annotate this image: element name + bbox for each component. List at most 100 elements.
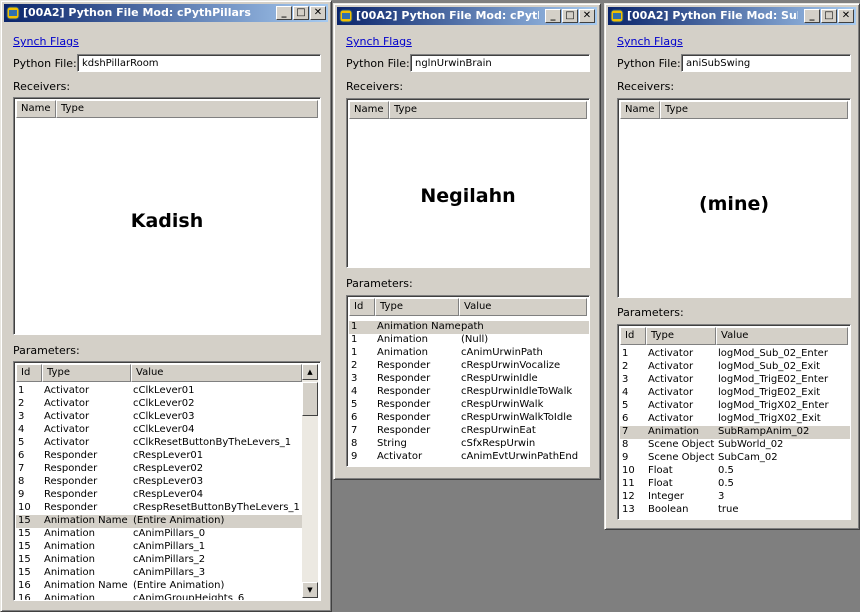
table-row[interactable]: 8 String cSfxRespUrwin: [349, 438, 589, 451]
table-row[interactable]: 3 Activator logMod_TrigE02_Enter: [620, 374, 850, 387]
minimize-button[interactable]: _: [804, 9, 820, 23]
table-row[interactable]: 16 Animation cAnimGroupHeights_6: [16, 593, 304, 601]
table-row[interactable]: 7 Animation SubRampAnim_02: [620, 426, 850, 439]
table-row[interactable]: 9 Activator cAnimEvtUrwinPathEnd: [349, 451, 589, 464]
close-button[interactable]: ✕: [838, 9, 854, 23]
table-row[interactable]: 6 Activator logMod_TrigX02_Exit: [620, 413, 850, 426]
column-header-type[interactable]: Type: [660, 101, 848, 119]
minimize-button[interactable]: _: [545, 9, 561, 23]
table-row[interactable]: 1 Animation cAnimUrwinPath: [349, 347, 589, 360]
column-header-type[interactable]: Type: [42, 364, 131, 382]
column-header-value[interactable]: Value: [716, 327, 848, 345]
column-header-type[interactable]: Type: [646, 327, 716, 345]
table-row[interactable]: 10 Responder cRespResetButtonByTheLevers_1: [16, 502, 304, 515]
table-row[interactable]: 15 Animation Name (Entire Animation): [16, 515, 304, 528]
title-bar[interactable]: [00A2] Python File Mod: cPythPillars _ □…: [4, 4, 328, 22]
column-header-name[interactable]: Name: [16, 100, 56, 118]
table-row[interactable]: 15 Animation cAnimPillars_3: [16, 567, 304, 580]
table-row[interactable]: 8 Scene Object SubWorld_02: [620, 439, 850, 452]
parameters-list[interactable]: Id Type Value 1 Activator cClkLever01 2 Acti…: [13, 361, 321, 601]
table-row[interactable]: 9 Responder cRespLever04: [16, 489, 304, 502]
cell-id: 4: [18, 424, 25, 435]
cell-type: Animation: [648, 426, 699, 437]
cell-type: Float: [648, 465, 673, 476]
close-button[interactable]: ✕: [310, 6, 326, 20]
synch-flags-link[interactable]: Synch Flags: [13, 35, 79, 48]
maximize-button[interactable]: □: [821, 9, 837, 23]
cell-value: 3: [718, 491, 725, 502]
table-row[interactable]: 6 Responder cRespUrwinWalkToIdle: [349, 412, 589, 425]
cell-id: 6: [18, 450, 25, 461]
scroll-up-button[interactable]: ▲: [302, 364, 318, 380]
title-bar[interactable]: [00A2] Python File Mod: cPythUr... _ □ ✕: [337, 7, 597, 25]
vertical-scrollbar[interactable]: ▲ ▼: [302, 364, 318, 598]
table-row[interactable]: 6 Responder cRespLever01: [16, 450, 304, 463]
column-header-type[interactable]: Type: [56, 100, 318, 118]
column-header-name[interactable]: Name: [620, 101, 660, 119]
cell-type: Responder: [44, 450, 98, 461]
cell-value: cAnimPillars_2: [133, 554, 206, 565]
table-row[interactable]: 5 Activator logMod_TrigX02_Enter: [620, 400, 850, 413]
python-file-input[interactable]: [681, 54, 851, 72]
table-row[interactable]: 3 Responder cRespUrwinIdle: [349, 373, 589, 386]
column-header-id[interactable]: Id: [620, 327, 646, 345]
synch-flags-link[interactable]: Synch Flags: [346, 35, 412, 48]
table-row[interactable]: 4 Activator cClkLever04: [16, 424, 304, 437]
cell-id: 16: [18, 593, 31, 601]
table-row[interactable]: 7 Responder cRespLever02: [16, 463, 304, 476]
table-row[interactable]: 4 Activator logMod_TrigE02_Exit: [620, 387, 850, 400]
table-row[interactable]: 4 Responder cRespUrwinIdleToWalk: [349, 386, 589, 399]
table-row[interactable]: 15 Animation cAnimPillars_0: [16, 528, 304, 541]
table-row[interactable]: 15 Animation cAnimPillars_2: [16, 554, 304, 567]
parameters-list[interactable]: Id Type Value 1 Animation Name path 1 Animat…: [346, 295, 590, 467]
table-row[interactable]: 13 Boolean true: [620, 504, 850, 517]
table-row[interactable]: 10 Float 0.5: [620, 465, 850, 478]
table-row[interactable]: 12 Integer 3: [620, 491, 850, 504]
column-header-value[interactable]: Value: [131, 364, 302, 382]
maximize-button[interactable]: □: [293, 6, 309, 20]
cell-type: Boolean: [648, 504, 689, 515]
parameters-list[interactable]: Id Type Value 1 Activator logMod_Sub_02_En…: [617, 324, 851, 520]
table-row[interactable]: 3 Activator cClkLever03: [16, 411, 304, 424]
receivers-list[interactable]: Name Type Negilahn: [346, 98, 590, 268]
table-row[interactable]: 1 Animation Name path: [349, 321, 589, 334]
scroll-down-button[interactable]: ▼: [302, 582, 318, 598]
close-button[interactable]: ✕: [579, 9, 595, 23]
cell-value: cAnimUrwinPath: [461, 347, 543, 358]
minimize-button[interactable]: _: [276, 6, 292, 20]
column-header-name[interactable]: Name: [349, 101, 389, 119]
receivers-list[interactable]: Name Type (mine): [617, 98, 851, 298]
table-row[interactable]: 1 Activator cClkLever01: [16, 385, 304, 398]
table-row[interactable]: 5 Activator cClkResetButtonByTheLevers_1: [16, 437, 304, 450]
synch-flags-link[interactable]: Synch Flags: [617, 35, 683, 48]
column-header-id[interactable]: Id: [16, 364, 42, 382]
table-row[interactable]: 2 Activator logMod_Sub_02_Exit: [620, 361, 850, 374]
cell-id: 8: [622, 439, 629, 450]
table-row[interactable]: 2 Activator cClkLever02: [16, 398, 304, 411]
table-row[interactable]: 1 Animation (Null): [349, 334, 589, 347]
cell-value: logMod_TrigE02_Exit: [718, 387, 821, 398]
python-file-input[interactable]: [77, 54, 321, 72]
scroll-thumb[interactable]: [302, 382, 318, 416]
column-header-type[interactable]: Type: [389, 101, 587, 119]
receivers-list[interactable]: Name Type Kadish: [13, 97, 321, 335]
cell-type: Responder: [44, 476, 98, 487]
table-row[interactable]: 11 Float 0.5: [620, 478, 850, 491]
column-header-type[interactable]: Type: [375, 298, 459, 316]
table-row[interactable]: 16 Animation Name (Entire Animation): [16, 580, 304, 593]
maximize-button[interactable]: □: [562, 9, 578, 23]
table-row[interactable]: 7 Responder cRespUrwinEat: [349, 425, 589, 438]
table-row[interactable]: 8 Responder cRespLever03: [16, 476, 304, 489]
column-header-id[interactable]: Id: [349, 298, 375, 316]
cell-value: logMod_Sub_02_Enter: [718, 348, 828, 359]
python-file-input[interactable]: [410, 54, 590, 72]
cell-value: cClkLever02: [133, 398, 195, 409]
cell-id: 4: [351, 386, 358, 397]
title-bar[interactable]: [00A2] Python File Mod: SubW... _ □ ✕: [608, 7, 856, 25]
table-row[interactable]: 5 Responder cRespUrwinWalk: [349, 399, 589, 412]
column-header-value[interactable]: Value: [459, 298, 587, 316]
table-row[interactable]: 9 Scene Object SubCam_02: [620, 452, 850, 465]
table-row[interactable]: 1 Activator logMod_Sub_02_Enter: [620, 348, 850, 361]
table-row[interactable]: 2 Responder cRespUrwinVocalize: [349, 360, 589, 373]
table-row[interactable]: 15 Animation cAnimPillars_1: [16, 541, 304, 554]
